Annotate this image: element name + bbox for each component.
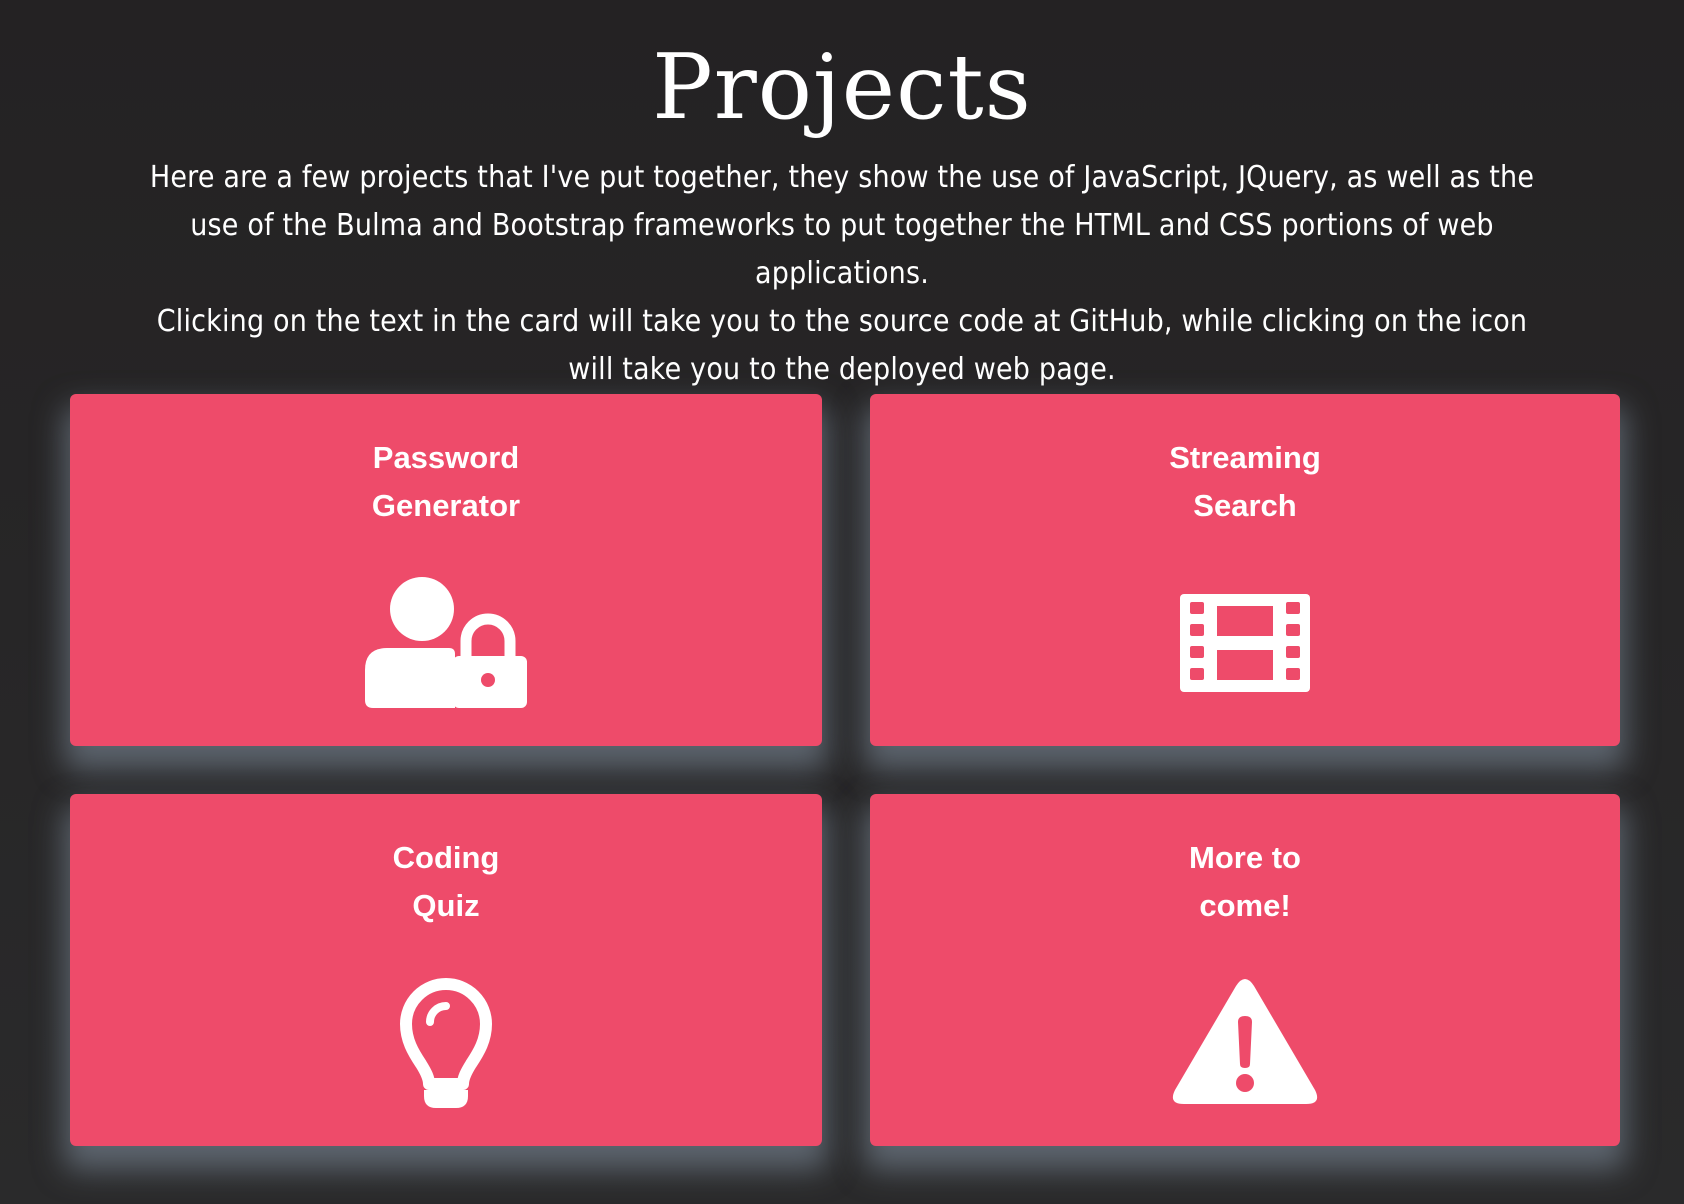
card-title-line: Password <box>372 440 520 475</box>
card-title-line: Generator <box>371 488 521 523</box>
card-title-line: More to <box>1189 840 1301 875</box>
card-title-line: Search <box>1193 488 1297 523</box>
project-card-more-to-come: More to come! <box>870 794 1620 1146</box>
card-title-link[interactable]: Password Generator <box>70 434 822 530</box>
intro-paragraph-1: Here are a few projects that I've put to… <box>149 160 1535 291</box>
card-title-line: Quiz <box>412 888 480 923</box>
intro-text: Here are a few projects that I've put to… <box>138 154 1546 394</box>
intro-paragraph-2: Clicking on the text in the card will ta… <box>156 304 1528 387</box>
warning-triangle-icon[interactable] <box>1172 978 1318 1108</box>
user-lock-icon[interactable] <box>365 576 527 708</box>
project-card-streaming-search: Streaming Search <box>870 394 1620 746</box>
card-title-line: Streaming <box>1169 440 1321 475</box>
card-title-link[interactable]: More to come! <box>870 834 1620 930</box>
lightbulb-icon[interactable] <box>400 978 492 1108</box>
card-title-line: Coding <box>392 840 500 875</box>
project-card-password-generator: Password Generator <box>70 394 822 746</box>
card-title-link[interactable]: Coding Quiz <box>70 834 822 930</box>
film-icon[interactable] <box>1180 594 1310 692</box>
project-card-coding-quiz: Coding Quiz <box>70 794 822 1146</box>
card-title-line: come! <box>1199 888 1291 923</box>
card-title-link[interactable]: Streaming Search <box>870 434 1620 530</box>
page-title: Projects <box>652 35 1032 140</box>
